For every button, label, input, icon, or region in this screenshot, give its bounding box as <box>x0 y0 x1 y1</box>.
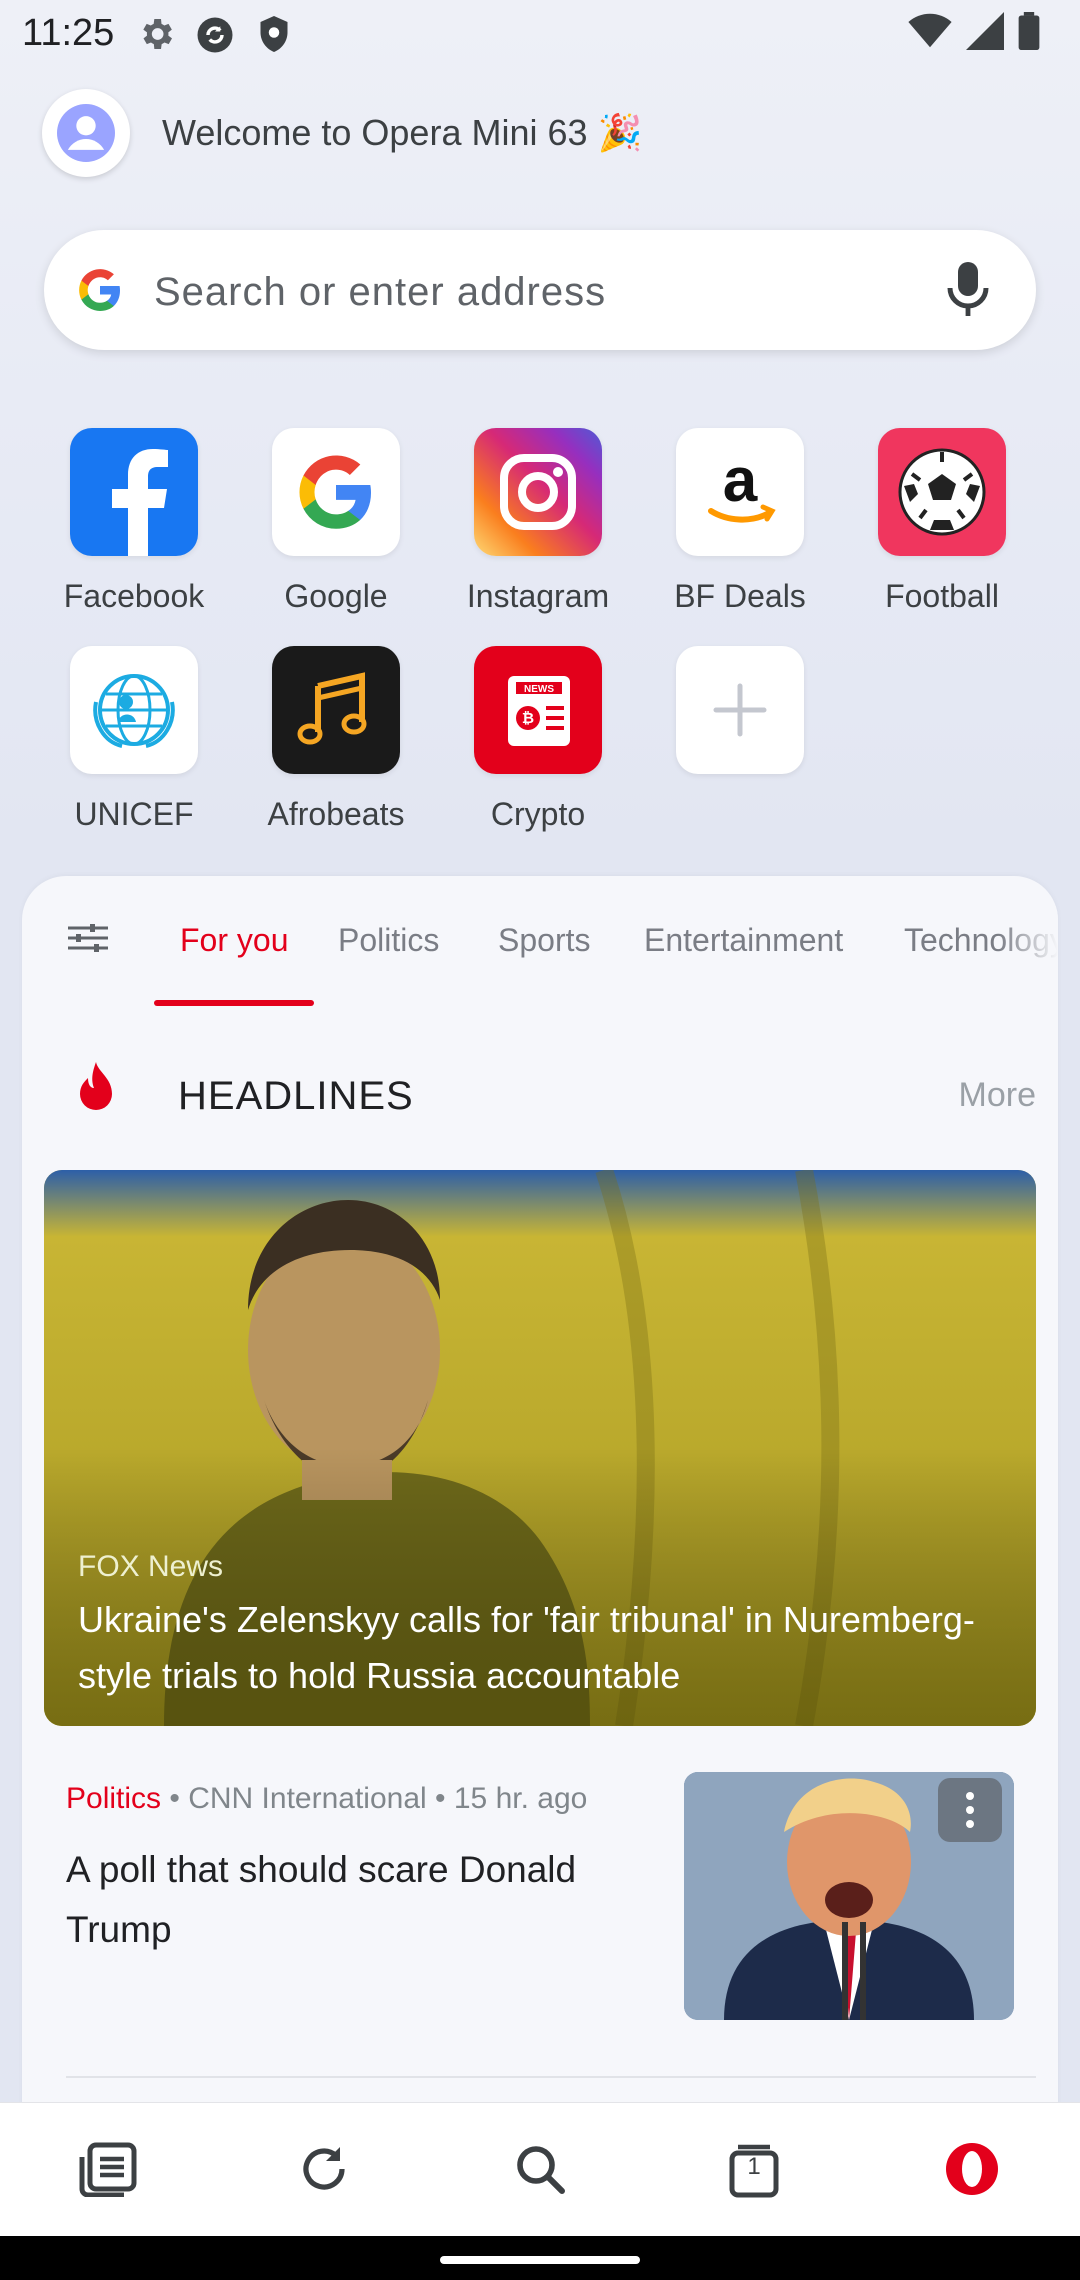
svg-text:NEWS: NEWS <box>524 684 554 695</box>
tab-for-you[interactable]: For you <box>180 922 288 959</box>
tab-count: 1 <box>747 2153 761 2180</box>
tabs-icon[interactable]: 1 <box>722 2137 786 2201</box>
speed-dial-unicef[interactable]: UNICEF <box>44 646 224 833</box>
tab-entertainment[interactable]: Entertainment <box>644 922 843 959</box>
amazon-icon: a <box>676 428 804 556</box>
battery-icon <box>1018 12 1040 55</box>
speed-dial-crypto[interactable]: NEWS ₿ Crypto <box>448 646 628 833</box>
hero-story[interactable]: FOX News Ukraine's Zelenskyy calls for '… <box>44 1170 1036 1726</box>
story-divider <box>66 2076 1036 2078</box>
settings-icon <box>136 14 176 59</box>
story-menu-button[interactable] <box>938 1778 1002 1842</box>
news-feed: For you Politics Sports Entertainment Te… <box>22 876 1058 2280</box>
section-title: HEADLINES <box>178 1074 414 1118</box>
speed-dial-label: Instagram <box>466 578 610 614</box>
avatar[interactable] <box>42 89 130 177</box>
story-headline[interactable]: A poll that should scare Donald Trump <box>66 1840 626 1960</box>
story-age: 15 hr. ago <box>453 1782 588 1815</box>
speed-dial-label: BF Deals <box>674 578 806 614</box>
meta-separator: • <box>169 1782 189 1815</box>
speed-dial-instagram[interactable]: Instagram <box>448 428 628 615</box>
status-time: 11:25 <box>22 12 115 54</box>
speed-dial-label: Football <box>885 578 999 614</box>
active-tab-indicator <box>154 1000 314 1006</box>
instagram-icon <box>474 428 602 556</box>
add-icon <box>676 646 804 774</box>
hero-headline[interactable]: Ukraine's Zelenskyy calls for 'fair trib… <box>78 1592 998 1704</box>
shield-icon <box>256 14 292 59</box>
svg-text:₿: ₿ <box>522 710 534 727</box>
signal-icon <box>966 12 1004 55</box>
story-meta: Politics • CNN International • 15 hr. ag… <box>66 1782 587 1816</box>
list-item[interactable]: Politics • CNN International • 15 hr. ag… <box>66 1772 1036 2042</box>
tab-sports[interactable]: Sports <box>498 922 590 959</box>
headlines-header: HEADLINES More <box>70 1062 1040 1132</box>
story-category[interactable]: Politics <box>66 1782 161 1815</box>
search-icon[interactable] <box>508 2137 572 2201</box>
google-icon <box>272 428 400 556</box>
system-nav-bar <box>0 2236 1080 2280</box>
home-gesture-pill[interactable] <box>440 2256 640 2264</box>
svg-text:a: a <box>723 447 758 515</box>
story-thumbnail[interactable] <box>684 1772 1014 2020</box>
news-icon[interactable] <box>76 2137 140 2201</box>
welcome-banner[interactable]: Welcome to Opera Mini 63 🎉 <box>42 88 642 178</box>
flame-icon <box>70 1062 122 1123</box>
speed-dial-bf-deals[interactable]: a BF Deals <box>650 428 830 615</box>
opera-menu-icon[interactable] <box>940 2137 1004 2201</box>
speed-dial-add[interactable] <box>650 646 830 796</box>
speed-dial-google[interactable]: Google <box>246 428 426 615</box>
speed-dial-afrobeats[interactable]: Afrobeats <box>246 646 426 833</box>
speed-dial-label: Crypto <box>490 796 586 832</box>
speed-dial-label: Google <box>284 578 388 614</box>
welcome-text: Welcome to Opera Mini 63 🎉 <box>162 112 643 153</box>
microphone-icon[interactable] <box>946 262 990 323</box>
speed-dial-label: Afrobeats <box>267 796 405 832</box>
search-input[interactable]: Search or enter address <box>154 270 606 315</box>
sync-icon <box>194 14 236 61</box>
search-bar[interactable]: Search or enter address <box>44 230 1036 350</box>
hero-source: FOX News <box>78 1550 224 1583</box>
music-notes-icon <box>272 646 400 774</box>
feed-tabs: For you Politics Sports Entertainment Te… <box>22 876 1058 1008</box>
crypto-news-icon: NEWS ₿ <box>474 646 602 774</box>
tabs-fade <box>998 906 1058 986</box>
google-logo-icon <box>76 266 124 319</box>
speed-dial-football[interactable]: Football <box>852 428 1032 615</box>
speed-dial-facebook[interactable]: Facebook <box>44 428 224 615</box>
more-vert-icon <box>966 1792 974 1828</box>
wifi-icon <box>908 13 952 54</box>
unicef-icon <box>70 646 198 774</box>
profile-icon <box>57 104 115 162</box>
status-bar: 11:25 <box>0 0 1080 70</box>
tab-politics[interactable]: Politics <box>338 922 439 959</box>
story-source: CNN International <box>188 1782 427 1815</box>
more-link[interactable]: More <box>959 1076 1036 1115</box>
facebook-icon <box>70 428 198 556</box>
speed-dial-label: UNICEF <box>74 796 194 832</box>
speed-dial-label: Facebook <box>63 578 205 614</box>
bottom-toolbar: 1 <box>0 2102 1080 2237</box>
meta-separator: • <box>435 1782 454 1815</box>
soccer-ball-icon <box>878 428 1006 556</box>
filter-icon[interactable] <box>66 916 110 965</box>
reload-icon[interactable] <box>292 2137 356 2201</box>
